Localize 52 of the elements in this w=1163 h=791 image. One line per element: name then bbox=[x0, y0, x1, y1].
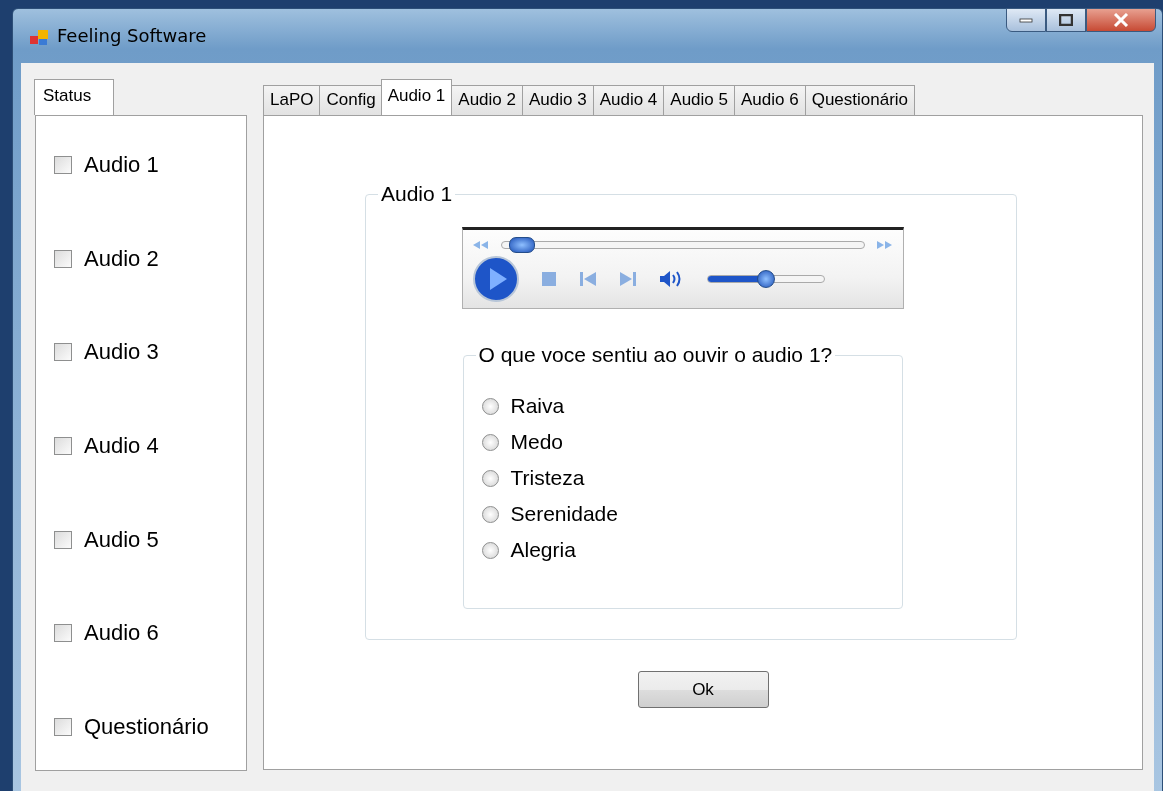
status-tab[interactable]: Status bbox=[34, 79, 114, 115]
window-title: Feeling Software bbox=[57, 25, 207, 46]
tab[interactable]: Audio 4 bbox=[592, 85, 665, 115]
stop-icon[interactable] bbox=[540, 271, 557, 287]
play-button[interactable] bbox=[472, 256, 519, 302]
checkbox[interactable] bbox=[54, 530, 72, 549]
checkbox[interactable] bbox=[54, 436, 72, 455]
checkbox[interactable] bbox=[54, 624, 72, 643]
tab[interactable]: Audio 5 bbox=[663, 85, 735, 115]
rewind-icon[interactable] bbox=[472, 241, 489, 249]
checkbox[interactable] bbox=[54, 156, 72, 174]
tab[interactable]: Audio 3 bbox=[521, 85, 594, 115]
app-icon bbox=[29, 27, 49, 47]
seek-thumb[interactable] bbox=[509, 237, 536, 253]
fast-forward-icon[interactable] bbox=[876, 241, 893, 249]
checkbox-label: Audio 5 bbox=[84, 526, 159, 553]
tab[interactable]: LaPO bbox=[263, 85, 321, 115]
close-icon bbox=[1113, 13, 1129, 27]
radio-button[interactable] bbox=[481, 433, 499, 451]
checkbox-label: Audio 4 bbox=[84, 432, 159, 459]
checkbox-label: Audio 6 bbox=[84, 620, 159, 647]
radio-label: Alegria bbox=[510, 538, 576, 562]
checkbox[interactable] bbox=[54, 717, 72, 736]
radio-label: Serenidade bbox=[510, 502, 618, 526]
minimize-icon bbox=[1019, 17, 1033, 23]
next-icon[interactable] bbox=[618, 271, 637, 287]
tab[interactable]: Config bbox=[319, 85, 383, 115]
radio-button[interactable] bbox=[481, 541, 499, 559]
previous-icon[interactable] bbox=[578, 271, 597, 287]
ok-button[interactable]: Ok bbox=[637, 671, 769, 708]
checkbox[interactable] bbox=[54, 343, 72, 362]
tab[interactable]: Questionário bbox=[804, 85, 916, 115]
volume-slider[interactable] bbox=[706, 270, 825, 288]
tab[interactable]: Audio 6 bbox=[734, 85, 806, 115]
maximize-button[interactable] bbox=[1046, 8, 1086, 32]
checkbox[interactable] bbox=[54, 249, 72, 268]
maximize-icon bbox=[1059, 14, 1073, 26]
radio-button[interactable] bbox=[481, 469, 499, 487]
checkbox-label: Audio 2 bbox=[84, 245, 159, 272]
radio-label: Tristeza bbox=[510, 466, 585, 490]
tab[interactable]: Audio 2 bbox=[451, 85, 523, 115]
minimize-button[interactable] bbox=[1006, 8, 1046, 32]
volume-thumb[interactable] bbox=[756, 270, 775, 288]
radio-label: Raiva bbox=[510, 394, 565, 418]
radio-label: Medo bbox=[510, 430, 564, 454]
radio-button[interactable] bbox=[481, 397, 499, 415]
checkbox-label: Audio 1 bbox=[84, 152, 159, 178]
radio-button[interactable] bbox=[481, 505, 499, 523]
close-button[interactable] bbox=[1086, 8, 1156, 32]
tab[interactable]: Audio 1 bbox=[380, 79, 453, 115]
checkbox-label: Questionário bbox=[84, 713, 209, 740]
checkbox-label: Audio 3 bbox=[84, 339, 159, 366]
